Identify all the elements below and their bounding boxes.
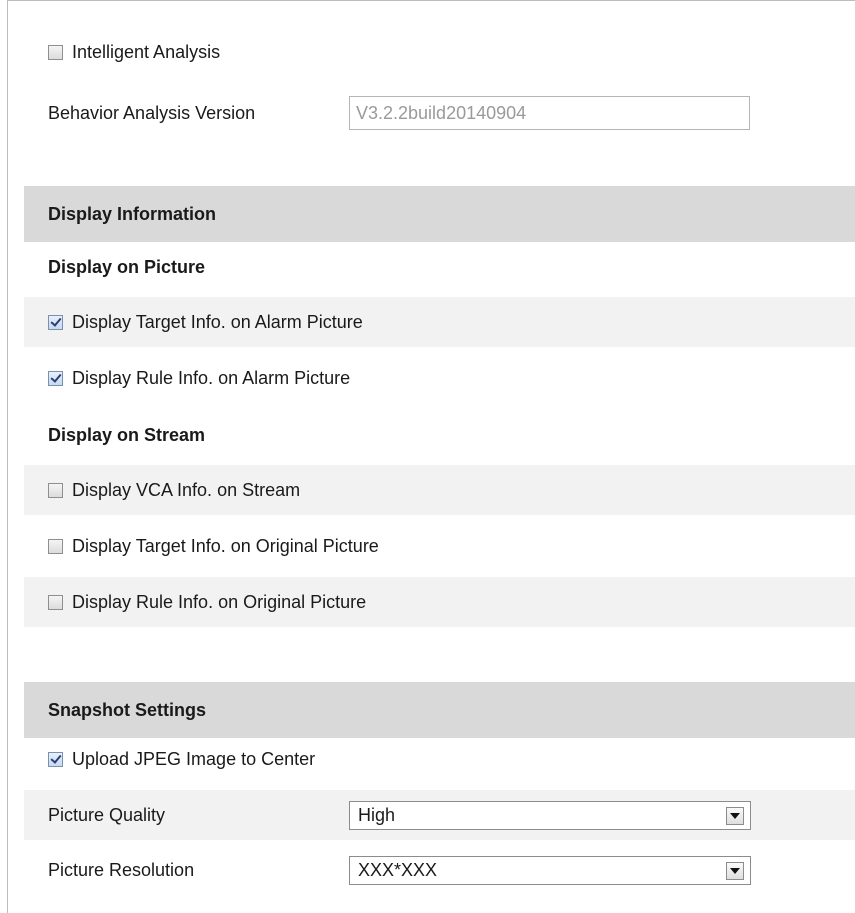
display-information-header: Display Information [24,186,855,242]
display-rule-alarm-label: Display Rule Info. on Alarm Picture [72,367,351,388]
display-target-alarm-label: Display Target Info. on Alarm Picture [72,311,363,332]
display-rule-original-checkbox[interactable] [48,594,63,610]
intelligent-analysis-label: Intelligent Analysis [72,41,221,62]
display-target-alarm-row: Display Target Info. on Alarm Picture [24,297,855,347]
display-vca-stream-row: Display VCA Info. on Stream [24,465,855,515]
picture-quality-select[interactable]: High [349,801,751,830]
display-rule-original-label: Display Rule Info. on Original Picture [72,591,367,612]
picture-quality-label: Picture Quality [48,804,166,825]
upload-jpeg-label: Upload JPEG Image to Center [72,748,316,769]
upload-jpeg-row: Upload JPEG Image to Center [24,734,855,784]
chevron-down-icon[interactable] [726,807,744,825]
display-target-original-checkbox[interactable] [48,538,63,554]
display-target-alarm-checkbox[interactable] [48,314,63,330]
display-vca-stream-checkbox[interactable] [48,482,63,498]
picture-resolution-label: Picture Resolution [48,859,195,880]
picture-resolution-select[interactable]: XXX*XXX [349,856,751,885]
snapshot-settings-header: Snapshot Settings [24,682,855,738]
version-field[interactable]: V3.2.2build20140904 [349,96,750,130]
display-information-title: Display Information [48,203,217,224]
version-label: Behavior Analysis Version [48,102,256,123]
display-vca-stream-label: Display VCA Info. on Stream [72,479,301,500]
intelligent-analysis-row: Intelligent Analysis [24,27,855,77]
display-rule-alarm-row: Display Rule Info. on Alarm Picture [24,353,855,403]
display-rule-alarm-checkbox[interactable] [48,370,63,386]
display-target-original-row: Display Target Info. on Original Picture [24,521,855,571]
display-rule-original-row: Display Rule Info. on Original Picture [24,577,855,627]
display-target-original-label: Display Target Info. on Original Picture [72,535,379,556]
picture-quality-value: High [358,805,396,825]
upload-jpeg-checkbox[interactable] [48,751,63,767]
display-on-stream-heading: Display on Stream [48,424,206,445]
picture-resolution-value: XXX*XXX [358,860,438,880]
chevron-down-icon[interactable] [726,862,744,880]
display-on-picture-heading: Display on Picture [48,256,206,277]
intelligent-analysis-checkbox[interactable] [48,44,63,60]
snapshot-settings-title: Snapshot Settings [48,699,207,720]
